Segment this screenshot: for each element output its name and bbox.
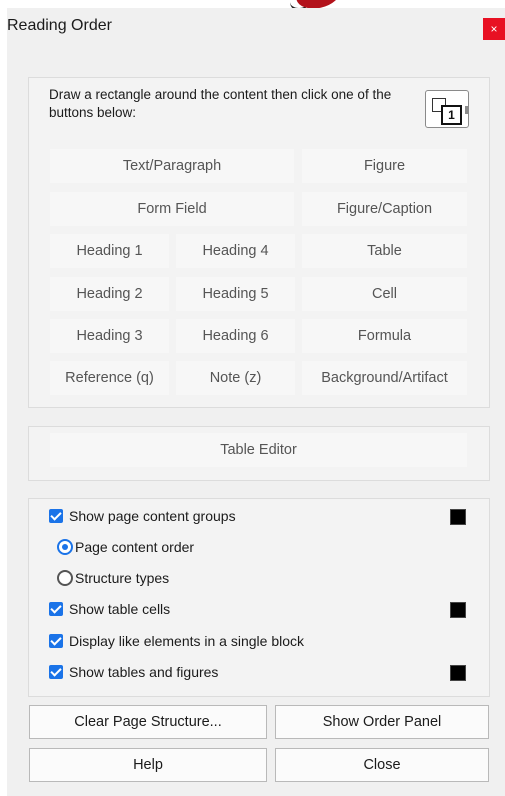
display-like-elements-option[interactable]: Display like elements in a single block <box>49 630 469 652</box>
touch-up-reading-order-icon[interactable]: 1 <box>425 90 469 128</box>
heading-4-button[interactable]: Heading 4 <box>176 234 295 268</box>
title-bar: Reading Order × <box>7 8 505 46</box>
table-editor-button[interactable]: Table Editor <box>50 433 467 467</box>
page-content-groups-color-swatch[interactable] <box>450 509 466 525</box>
show-table-cells-checkbox[interactable] <box>49 602 63 616</box>
page-content-order-radio[interactable] <box>57 539 73 555</box>
clear-page-structure-button[interactable]: Clear Page Structure... <box>29 705 267 739</box>
tables-and-figures-color-swatch[interactable] <box>450 665 466 681</box>
show-table-cells-label: Show table cells <box>69 601 171 617</box>
heading-5-button[interactable]: Heading 5 <box>176 277 295 311</box>
table-cells-color-swatch[interactable] <box>450 602 466 618</box>
heading-1-button[interactable]: Heading 1 <box>50 234 169 268</box>
page-content-order-label: Page content order <box>75 539 195 555</box>
background-artifact-button[interactable]: Background/Artifact <box>302 361 467 395</box>
figure-button[interactable]: Figure <box>302 149 467 183</box>
structure-types-radio[interactable] <box>57 570 73 586</box>
text-paragraph-button[interactable]: Text/Paragraph <box>50 149 294 183</box>
reference-button[interactable]: Reference (q) <box>50 361 169 395</box>
show-tables-and-figures-option[interactable]: Show tables and figures <box>49 661 349 683</box>
show-tables-and-figures-checkbox[interactable] <box>49 665 63 679</box>
table-button[interactable]: Table <box>302 234 467 268</box>
page-content-order-option[interactable]: Page content order <box>49 536 349 558</box>
formula-button[interactable]: Formula <box>302 319 467 353</box>
structure-types-option[interactable]: Structure types <box>49 567 349 589</box>
close-window-button[interactable]: × <box>483 18 505 40</box>
instructions-text: Draw a rectangle around the content then… <box>49 87 392 120</box>
show-page-content-groups-label: Show page content groups <box>69 508 236 524</box>
heading-3-button[interactable]: Heading 3 <box>50 319 169 353</box>
form-field-button[interactable]: Form Field <box>50 192 294 226</box>
help-button[interactable]: Help <box>29 748 267 782</box>
show-table-cells-option[interactable]: Show table cells <box>49 598 349 620</box>
note-button[interactable]: Note (z) <box>176 361 295 395</box>
display-like-elements-label: Display like elements in a single block <box>69 633 304 649</box>
show-tables-and-figures-label: Show tables and figures <box>69 664 219 680</box>
close-button[interactable]: Close <box>275 748 489 782</box>
figure-caption-button[interactable]: Figure/Caption <box>302 192 467 226</box>
show-page-content-groups-option[interactable]: Show page content groups <box>49 505 469 527</box>
front-page-glyph: 1 <box>441 105 462 125</box>
heading-6-button[interactable]: Heading 6 <box>176 319 295 353</box>
reading-order-dialog: Reading Order × Draw a rectangle around … <box>7 8 505 796</box>
display-like-elements-checkbox[interactable] <box>49 634 63 648</box>
show-order-panel-button[interactable]: Show Order Panel <box>275 705 489 739</box>
heading-2-button[interactable]: Heading 2 <box>50 277 169 311</box>
show-page-content-groups-checkbox[interactable] <box>49 509 63 523</box>
cell-button[interactable]: Cell <box>302 277 467 311</box>
icon-notch <box>465 106 469 114</box>
structure-types-label: Structure types <box>75 570 170 586</box>
dialog-title: Reading Order <box>7 17 112 34</box>
